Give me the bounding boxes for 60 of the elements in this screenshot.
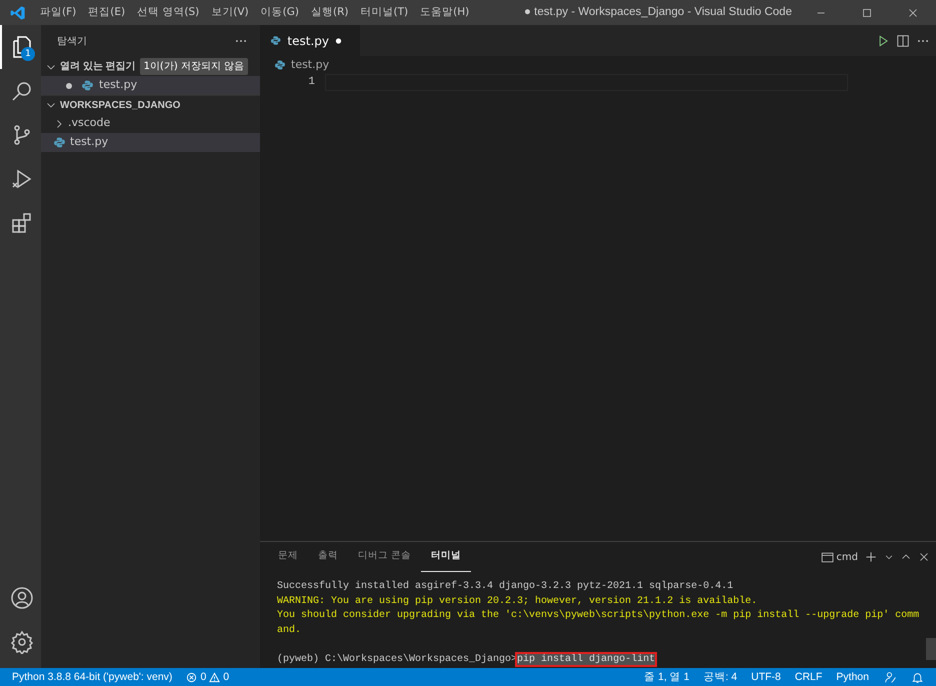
terminal-prompt: (pyweb) C:\Workspaces\Workspaces_Django>: [277, 654, 518, 665]
app-logo: [10, 4, 26, 20]
python-file-icon: [53, 136, 66, 149]
menu-item[interactable]: 실행(R): [305, 0, 354, 25]
python-file-icon: [274, 59, 286, 71]
panel-tab[interactable]: 출력: [308, 542, 348, 572]
terminal-line: WARNING: You are using pip version 20.2.3; however, version 21.1.2 is available.: [277, 596, 758, 607]
section-header[interactable]: 열려 있는 편집기: [60, 59, 136, 74]
open-editor-item[interactable]: test.py: [41, 76, 260, 95]
bell-icon[interactable]: [911, 670, 924, 684]
python-file-icon: [270, 34, 282, 47]
status-item[interactable]: 줄 1, 열 1: [637, 668, 696, 686]
status-item[interactable]: 공백: 4: [696, 668, 744, 686]
menu-item[interactable]: 이동(G): [254, 0, 305, 25]
unsaved-badge: 1이(가) 저장되지 않음: [140, 58, 248, 75]
run-icon: [10, 167, 34, 191]
python-file-icon: [81, 79, 94, 92]
sidebar-title: 탐색기: [57, 34, 87, 48]
section-header[interactable]: WORKSPACES_DJANGO: [60, 98, 180, 112]
terminal-command: pip install django-lint: [517, 654, 656, 665]
menu-item[interactable]: 보기(V): [205, 0, 255, 25]
split-editor-icon[interactable]: [896, 34, 910, 48]
maximize-icon: [861, 6, 873, 18]
close-icon: [907, 6, 919, 18]
file-tree-item[interactable]: .vscode: [41, 114, 260, 133]
feedback-icon[interactable]: [884, 670, 897, 684]
terminal-line: You should consider upgrading via the 'c:\venvs\pyweb\scripts\python.exe -m pip install --upgrade pip' comm: [277, 610, 920, 622]
menu-item[interactable]: 편집(E): [82, 0, 132, 25]
problems-indicator[interactable]: 0 0: [179, 668, 236, 686]
status-item[interactable]: Python: [829, 668, 876, 686]
panel-tab[interactable]: 디버그 콘솔: [348, 542, 422, 572]
editor-tab[interactable]: test.py: [260, 25, 360, 56]
add-icon[interactable]: [864, 550, 878, 564]
settings-icon: [10, 630, 34, 654]
modified-dot-icon: [65, 82, 73, 90]
panel-tab[interactable]: 터미널: [421, 542, 472, 572]
modified-dot-icon: [334, 36, 342, 44]
menu-item[interactable]: 파일(F): [34, 0, 82, 25]
extensions-icon: [10, 211, 34, 235]
terminal-line: Successfully installed asgiref-3.3.4 django-3.2.3 pytz-2021.1 sqlparse-0.4.1: [277, 581, 734, 592]
account-icon: [10, 586, 34, 610]
menu-item[interactable]: 선택 영역(S): [131, 0, 206, 25]
status-item[interactable]: UTF-8: [744, 668, 788, 686]
panel-tab[interactable]: 문제: [268, 542, 308, 572]
status-item[interactable]: CRLF: [788, 668, 830, 686]
notification-badge: 1: [21, 47, 35, 61]
line-number: 1: [307, 75, 315, 90]
close-icon[interactable]: [918, 551, 930, 563]
menu-item[interactable]: 도움말(H): [414, 0, 476, 25]
scrollbar-thumb[interactable]: [926, 638, 936, 660]
python-interpreter[interactable]: Python 3.8.8 64-bit ('pyweb': venv): [0, 668, 180, 686]
breadcrumb[interactable]: test.py: [291, 56, 330, 74]
menu-item[interactable]: 터미널(T): [354, 0, 414, 25]
terminal-profile[interactable]: cmd: [836, 550, 858, 564]
warning-icon: [209, 672, 220, 682]
error-icon: [186, 672, 198, 682]
terminal-line: and.: [277, 624, 302, 636]
file-tree-item[interactable]: test.py: [41, 133, 260, 152]
window-title: ● test.py - Workspaces_Django - Visual Studio Code: [523, 5, 793, 20]
terminal-icon: [821, 550, 834, 564]
